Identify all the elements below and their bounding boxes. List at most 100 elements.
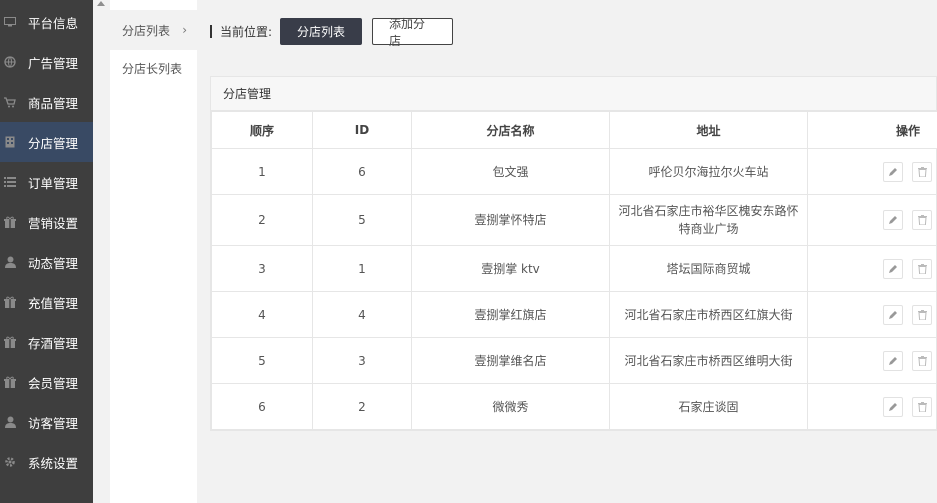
main-content: 当前位置: 分店列表 添加分店 分店管理 顺序 ID 分店名称 地址 操作 1: [197, 0, 937, 503]
cell-name: 壹捌掌维名店: [411, 337, 610, 384]
nav-item-branches[interactable]: 分店管理: [0, 122, 93, 162]
list-icon: [4, 176, 16, 188]
breadcrumb-label: 当前位置:: [220, 25, 273, 39]
cell-actions: [807, 148, 937, 195]
nav-item-label: 平台信息: [28, 15, 79, 31]
header-name: 分店名称: [411, 111, 610, 149]
nav-item-label: 动态管理: [28, 255, 79, 271]
edit-icon[interactable]: [883, 304, 903, 325]
table-row: 6 2 微微秀 石家庄谈固: [211, 383, 937, 430]
cell-address: 河北省石家庄市裕华区槐安东路怀特商业广场: [609, 194, 808, 246]
gift-icon: [4, 336, 16, 348]
nav-item-label: 存酒管理: [28, 335, 79, 351]
nav-item-platform-info[interactable]: 平台信息: [0, 2, 93, 42]
user-icon: [4, 416, 16, 428]
nav-item-marketing[interactable]: 营销设置: [0, 202, 93, 242]
delete-icon[interactable]: [912, 304, 932, 325]
edit-icon[interactable]: [883, 258, 903, 279]
nav-item-ads[interactable]: 广告管理: [0, 42, 93, 82]
cell-id: 1: [312, 245, 412, 292]
nav-item-label: 分店管理: [28, 135, 79, 151]
delete-icon[interactable]: [912, 350, 932, 371]
cell-actions: [807, 291, 937, 338]
nav-item-label: 商品管理: [28, 95, 79, 111]
breadcrumb: 当前位置: 分店列表 添加分店: [210, 17, 463, 48]
cell-id: 3: [312, 337, 412, 384]
cell-order: 3: [211, 245, 313, 292]
header-address: 地址: [609, 111, 808, 149]
globe-icon: [4, 56, 16, 68]
cell-name: 壹捌掌 ktv: [411, 245, 610, 292]
edit-icon[interactable]: [883, 210, 903, 230]
nav-item-orders[interactable]: 订单管理: [0, 162, 93, 202]
subnav-item-label: 分店列表: [122, 23, 171, 38]
edit-icon[interactable]: [883, 350, 903, 371]
monitor-icon: [4, 16, 16, 28]
subnav-item-manager-list[interactable]: 分店长列表: [110, 48, 197, 88]
gear-icon: [4, 456, 16, 468]
cell-address: 呼伦贝尔海拉尔火车站: [609, 148, 808, 195]
cell-id: 2: [312, 383, 412, 430]
breadcrumb-bar: [210, 25, 212, 38]
cell-order: 4: [211, 291, 313, 338]
subnav-item-label: 分店长列表: [122, 61, 183, 76]
scroll-up-icon[interactable]: [97, 1, 105, 6]
nav-item-label: 会员管理: [28, 375, 79, 391]
edit-icon[interactable]: [883, 161, 903, 182]
cell-address: 石家庄谈固: [609, 383, 808, 430]
nav-item-label: 系统设置: [28, 455, 79, 471]
cell-order: 5: [211, 337, 313, 384]
table-row: 5 3 壹捌掌维名店 河北省石家庄市桥西区维明大街: [211, 337, 937, 384]
nav-item-wine-storage[interactable]: 存酒管理: [0, 322, 93, 362]
cell-actions: [807, 337, 937, 384]
nav-item-label: 访客管理: [28, 415, 79, 431]
delete-icon[interactable]: [912, 396, 932, 417]
cell-name: 壹捌掌红旗店: [411, 291, 610, 338]
cell-address: 塔坛国际商贸城: [609, 245, 808, 292]
cell-id: 6: [312, 148, 412, 195]
gift-icon: [4, 216, 16, 228]
header-order: 顺序: [211, 111, 313, 149]
building-icon: [4, 136, 16, 148]
gift-icon: [4, 376, 16, 388]
edit-icon[interactable]: [883, 396, 903, 417]
delete-icon[interactable]: [912, 161, 932, 182]
nav-item-members[interactable]: 会员管理: [0, 362, 93, 402]
main-sidebar: 平台信息 广告管理 商品管理 分店管理 订单管理 营销设置 动态管理 充值管理 …: [0, 0, 93, 503]
nav-item-products[interactable]: 商品管理: [0, 82, 93, 122]
subnav-item-branch-list[interactable]: 分店列表 ›: [110, 10, 197, 50]
header-id: ID: [312, 111, 412, 149]
cell-address: 河北省石家庄市桥西区红旗大街: [609, 291, 808, 338]
cell-address: 河北省石家庄市桥西区维明大街: [609, 337, 808, 384]
nav-item-label: 营销设置: [28, 215, 79, 231]
cell-order: 6: [211, 383, 313, 430]
user-icon: [4, 256, 16, 268]
cell-actions: [807, 194, 937, 246]
delete-icon[interactable]: [912, 258, 932, 279]
cell-name: 壹捌掌怀特店: [411, 194, 610, 246]
chevron-right-icon: ›: [182, 23, 187, 37]
nav-item-recharge[interactable]: 充值管理: [0, 282, 93, 322]
cell-id: 5: [312, 194, 412, 246]
sidebar-scrollbar[interactable]: [93, 0, 110, 503]
table-row: 3 1 壹捌掌 ktv 塔坛国际商贸城: [211, 245, 937, 292]
nav-item-system-settings[interactable]: 系统设置: [0, 442, 93, 482]
panel-title: 分店管理: [211, 77, 936, 111]
sub-sidebar: 分店列表 › 分店长列表: [110, 0, 197, 503]
delete-icon[interactable]: [912, 210, 932, 230]
cell-name: 微微秀: [411, 383, 610, 430]
branch-list-button[interactable]: 分店列表: [280, 18, 363, 45]
nav-item-visitors[interactable]: 访客管理: [0, 402, 93, 442]
nav-item-label: 广告管理: [28, 55, 79, 71]
branch-panel: 分店管理 顺序 ID 分店名称 地址 操作 1 6 包文强 呼伦贝尔海拉尔火车站…: [210, 76, 937, 431]
add-branch-button[interactable]: 添加分店: [372, 17, 454, 48]
cell-name: 包文强: [411, 148, 610, 195]
nav-item-feeds[interactable]: 动态管理: [0, 242, 93, 282]
table-row: 2 5 壹捌掌怀特店 河北省石家庄市裕华区槐安东路怀特商业广场: [211, 194, 937, 246]
table-row: 1 6 包文强 呼伦贝尔海拉尔火车站: [211, 148, 937, 195]
cell-id: 4: [312, 291, 412, 338]
branch-table: 顺序 ID 分店名称 地址 操作 1 6 包文强 呼伦贝尔海拉尔火车站 2 5 …: [211, 111, 937, 430]
table-row: 4 4 壹捌掌红旗店 河北省石家庄市桥西区红旗大街: [211, 291, 937, 338]
nav-item-label: 订单管理: [28, 175, 79, 191]
header-actions: 操作: [807, 111, 937, 149]
